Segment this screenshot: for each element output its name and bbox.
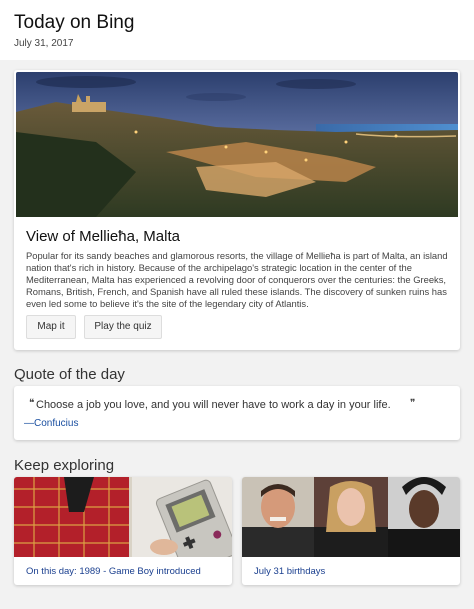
open-quote-icon: ❝ — [29, 398, 35, 409]
map-it-button[interactable]: Map it — [26, 315, 76, 339]
play-quiz-button[interactable]: Play the quiz — [84, 315, 162, 339]
page-title: Today on Bing — [14, 12, 135, 33]
hero-description: Popular for its sandy beaches and glamor… — [26, 250, 448, 309]
explore-tile-birthdays[interactable]: July 31 birthdays — [242, 477, 460, 585]
gameboy-caption[interactable]: On this day: 1989 - Game Boy introduced — [26, 566, 201, 577]
close-quote-icon: ❞ — [410, 398, 416, 409]
hero-title[interactable]: View of Mellieħa, Malta — [26, 228, 180, 245]
quote-text: Choose a job you love, and you will neve… — [36, 399, 391, 411]
birthdays-image — [242, 477, 460, 557]
hero-image[interactable] — [16, 72, 458, 217]
birthdays-caption[interactable]: July 31 birthdays — [254, 566, 325, 577]
explore-section-title: Keep exploring — [14, 457, 115, 474]
explore-tile-gameboy[interactable]: On this day: 1989 - Game Boy introduced — [14, 477, 232, 585]
quote-section-title: Quote of the day — [14, 366, 125, 383]
page-header: Today on Bing July 31, 2017 — [0, 0, 474, 60]
gameboy-image — [14, 477, 232, 557]
quote-card: ❝ Choose a job you love, and you will ne… — [14, 386, 460, 440]
page-date: July 31, 2017 — [14, 38, 74, 49]
quote-author-link[interactable]: —Confucius — [24, 418, 78, 429]
hero-card: View of Mellieħa, Malta Popular for its … — [14, 70, 460, 350]
